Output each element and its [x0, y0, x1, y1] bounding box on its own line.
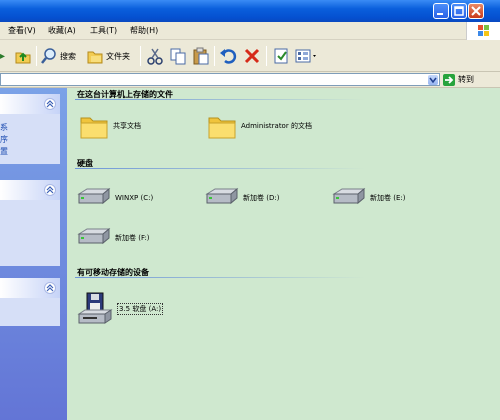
go-button[interactable]: 转到	[443, 73, 474, 86]
folders-button[interactable]: 文件夹	[86, 45, 130, 67]
properties-button[interactable]	[272, 45, 290, 67]
item-label: 新加卷 (F:)	[115, 234, 150, 242]
address-dropdown-button[interactable]	[428, 75, 438, 85]
paste-button[interactable]	[192, 45, 210, 67]
paste-icon	[193, 47, 209, 65]
panel-link-3[interactable]: 置	[0, 146, 8, 157]
forward-partial[interactable]: ▸	[0, 45, 5, 67]
close-icon	[471, 6, 481, 16]
chevron-down-icon	[429, 77, 437, 84]
address-bar: 转到	[0, 72, 500, 88]
copy-button[interactable]	[169, 45, 187, 67]
menu-help[interactable]: 帮助(H)	[130, 25, 158, 36]
address-input[interactable]	[0, 73, 440, 86]
go-label: 转到	[458, 75, 474, 84]
task-pane: 系 序 置	[0, 88, 67, 420]
floppy-drive-icon	[77, 292, 113, 324]
hard-drive-icon	[77, 227, 111, 245]
hard-drive-icon	[332, 187, 366, 205]
panel-header[interactable]	[0, 180, 60, 200]
collapse-icon[interactable]	[44, 184, 56, 196]
item-label: 新加卷 (D:)	[243, 194, 280, 202]
views-button[interactable]	[294, 45, 320, 67]
minimize-icon	[437, 13, 443, 15]
menu-favorites[interactable]: 收藏(A)	[48, 25, 76, 36]
copy-icon	[170, 48, 186, 65]
panel-link-1[interactable]: 系	[0, 122, 8, 133]
panel-header[interactable]	[0, 94, 60, 114]
drive-e[interactable]: 新加卷 (E:)	[332, 187, 405, 209]
item-label: 共享文档	[113, 122, 141, 130]
menu-view[interactable]: 查看(V)	[8, 25, 36, 36]
folders-label: 文件夹	[106, 51, 130, 61]
up-folder-button[interactable]	[14, 45, 32, 67]
collapse-icon[interactable]	[44, 282, 56, 294]
panel-header[interactable]	[0, 278, 60, 298]
title-bar	[0, 0, 500, 22]
folder-shared-documents[interactable]: 共享文档	[79, 112, 141, 140]
folder-icon	[208, 117, 236, 139]
maximize-icon	[454, 6, 464, 16]
maximize-button[interactable]	[451, 3, 467, 19]
delete-button[interactable]	[243, 45, 261, 67]
task-panel-system: 系 序 置	[0, 94, 60, 164]
delete-icon	[244, 48, 260, 64]
windows-flag-icon	[478, 25, 489, 36]
item-label: Administrator 的文档	[241, 121, 312, 130]
folder-icon	[80, 117, 108, 139]
arrow-fragment-icon: ▸	[0, 50, 6, 62]
panel-link-2[interactable]: 序	[0, 134, 8, 145]
cut-button[interactable]	[146, 45, 164, 67]
folders-icon	[87, 51, 103, 64]
close-button[interactable]	[468, 3, 484, 19]
properties-icon	[274, 48, 288, 64]
content-area: 在这台计算机上存储的文件 共享文档 Administrator 的文档 硬盘 W…	[67, 88, 500, 420]
floppy-drive-a[interactable]: 3.5 软盘 (A:)	[77, 292, 164, 326]
search-button[interactable]: 搜索	[40, 45, 76, 67]
item-label: WINXP (C:)	[115, 194, 154, 202]
undo-icon	[220, 49, 237, 64]
drive-c[interactable]: WINXP (C:)	[77, 187, 153, 209]
menu-tools[interactable]: 工具(T)	[90, 25, 117, 36]
search-label: 搜索	[60, 51, 76, 61]
go-arrow-icon	[443, 73, 455, 86]
folder-admin-documents[interactable]: Administrator 的文档	[207, 112, 331, 140]
undo-button[interactable]	[219, 45, 237, 67]
search-icon	[41, 48, 56, 64]
drive-d[interactable]: 新加卷 (D:)	[205, 187, 279, 209]
up-folder-icon	[15, 52, 31, 64]
minimize-button[interactable]	[433, 3, 449, 19]
scissors-icon	[147, 48, 163, 65]
hard-drive-icon	[205, 187, 239, 205]
hard-drive-icon	[77, 187, 111, 205]
task-panel-other	[0, 180, 60, 266]
toolbar: ▸ 搜索 文件夹	[0, 40, 500, 72]
drive-f[interactable]: 新加卷 (F:)	[77, 227, 150, 249]
task-panel-details	[0, 278, 60, 326]
item-label: 新加卷 (E:)	[370, 194, 406, 202]
menu-bar: 查看(V) 收藏(A) 工具(T) 帮助(H)	[0, 22, 500, 40]
windows-logo	[466, 22, 500, 40]
views-icon	[295, 49, 316, 63]
collapse-icon[interactable]	[44, 98, 56, 110]
item-label: 3.5 软盘 (A:)	[117, 303, 164, 315]
